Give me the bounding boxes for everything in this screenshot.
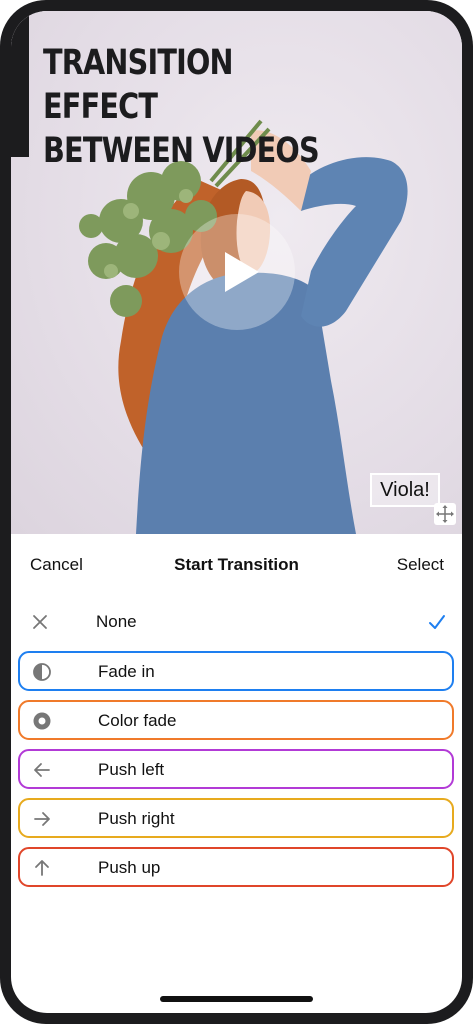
play-button[interactable]	[179, 214, 295, 330]
radio-dot-icon	[33, 712, 51, 730]
option-label: Color fade	[98, 711, 177, 730]
screen: TRANSITION EFFECT BETWEEN VIDEOS Viola! …	[11, 11, 462, 1013]
checkmark-icon	[429, 615, 445, 629]
option-label: Push left	[98, 760, 165, 779]
move-arrows-icon	[436, 505, 454, 523]
video-title: TRANSITION EFFECT BETWEEN VIDEOS	[43, 41, 338, 173]
caption-text-box[interactable]: Viola!	[370, 473, 440, 507]
option-push-left[interactable]: Push left	[18, 749, 454, 789]
select-button[interactable]: Select	[397, 555, 444, 575]
video-title-line1: TRANSITION EFFECT	[43, 43, 234, 127]
cancel-button[interactable]: Cancel	[30, 555, 83, 575]
sheet-header: Start Transition Cancel Select	[11, 555, 462, 585]
video-title-line2: BETWEEN VIDEOS	[43, 131, 320, 171]
option-push-up[interactable]: Push up	[18, 847, 454, 887]
option-fade-in[interactable]: Fade in	[18, 651, 454, 691]
option-none[interactable]: None	[18, 603, 454, 643]
home-indicator[interactable]	[160, 996, 313, 1002]
video-preview[interactable]: TRANSITION EFFECT BETWEEN VIDEOS Viola!	[11, 11, 462, 534]
option-push-right[interactable]: Push right	[18, 798, 454, 838]
play-icon	[225, 252, 259, 292]
title-accent-bar	[11, 11, 29, 157]
option-label: None	[96, 612, 137, 631]
option-label: Push up	[98, 858, 161, 877]
arrow-right-icon	[34, 812, 50, 826]
phone-frame: TRANSITION EFFECT BETWEEN VIDEOS Viola! …	[0, 0, 473, 1024]
half-circle-icon	[33, 663, 51, 681]
move-icon[interactable]	[434, 503, 456, 525]
option-label: Fade in	[98, 662, 155, 681]
option-label: Push right	[98, 809, 175, 828]
arrow-left-icon	[34, 763, 50, 777]
option-color-fade[interactable]: Color fade	[18, 700, 454, 740]
close-icon	[33, 615, 47, 629]
arrow-up-icon	[35, 860, 49, 876]
